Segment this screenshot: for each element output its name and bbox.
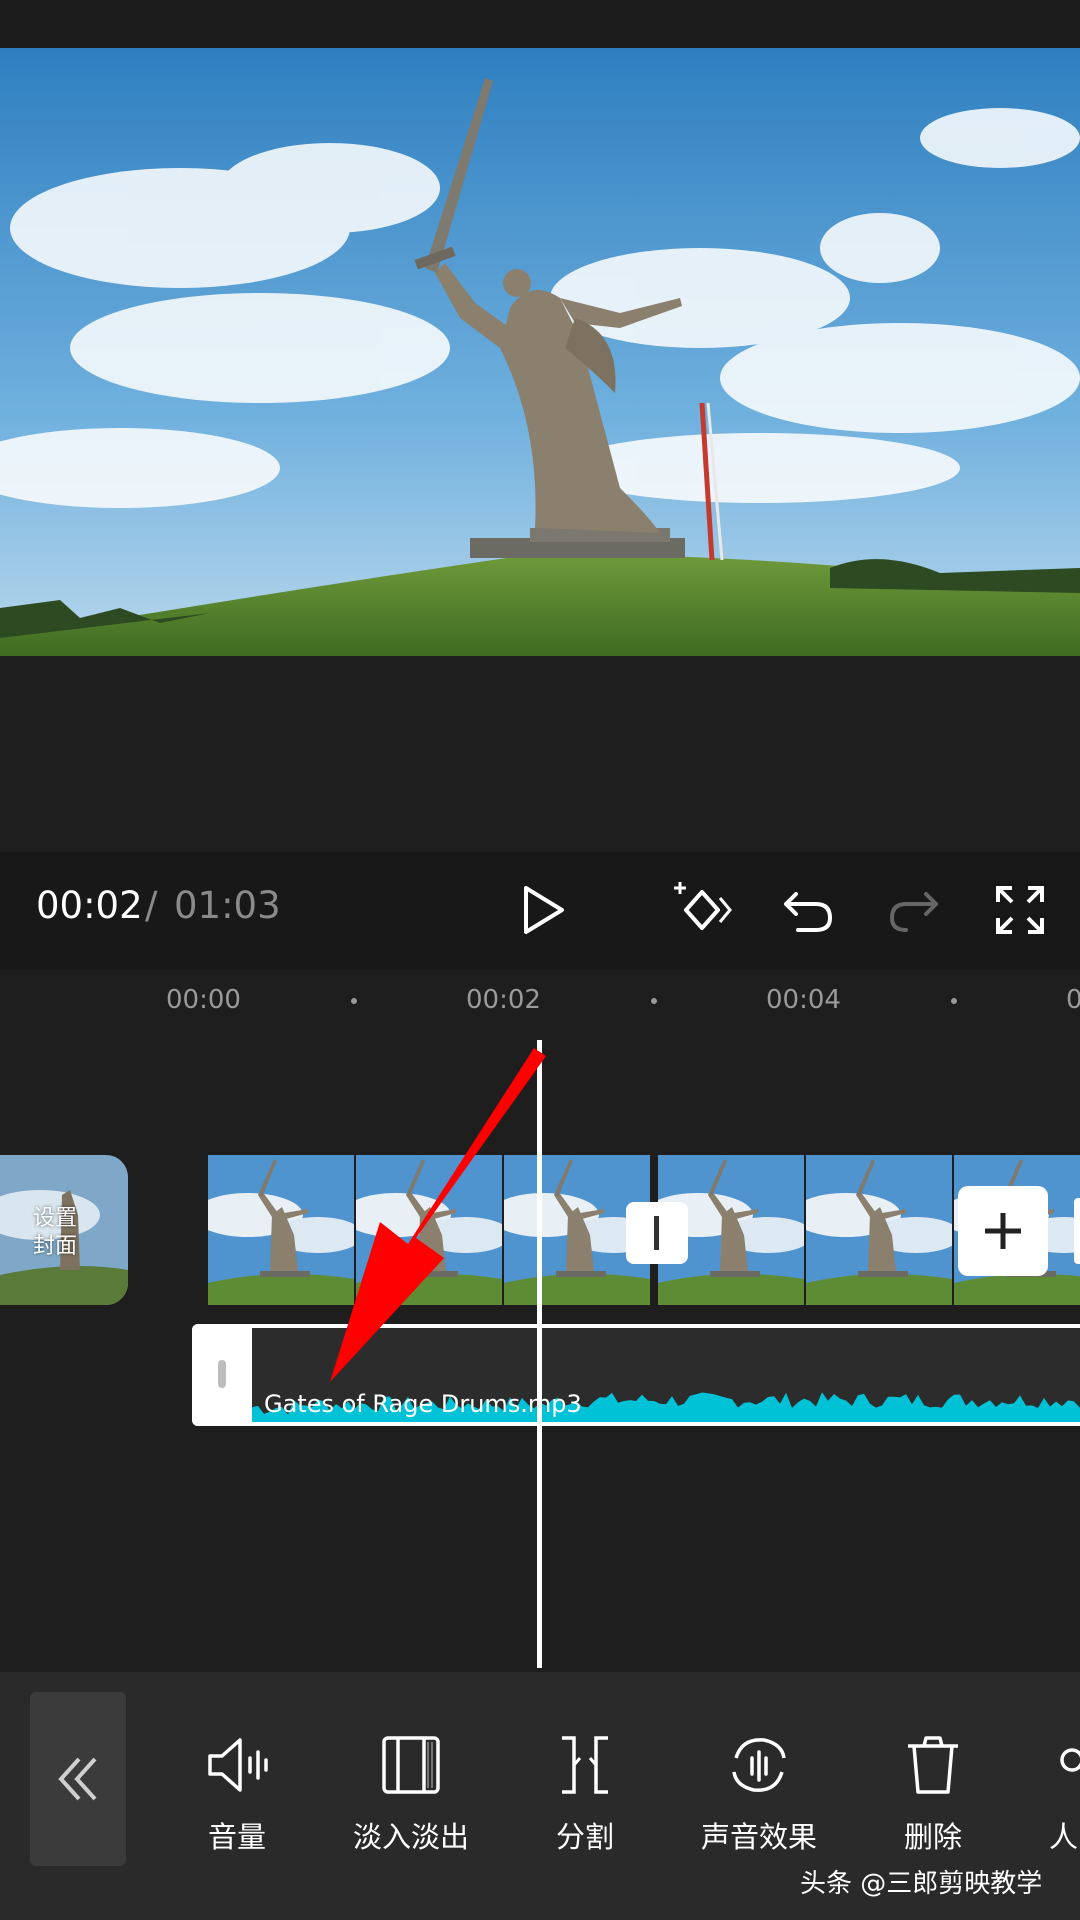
play-icon[interactable] [512,880,572,940]
audio-trim-handle-left[interactable] [192,1324,252,1426]
total-time: 01:03 [174,884,281,927]
playhead[interactable] [537,1040,542,1668]
keyframe-icon[interactable] [672,880,732,940]
collapse-button[interactable] [30,1692,126,1866]
sound-effect-icon [732,1738,786,1792]
tool-delete[interactable]: 删除 [863,1730,1003,1856]
ruler-tick: 0 [1066,985,1080,1015]
tool-sound-effect[interactable]: 声音效果 [689,1730,829,1856]
tool-person[interactable]: 人 [1037,1730,1080,1856]
audio-clip-name: Gates of Rage Drums.mp3 [264,1390,582,1418]
split-icon [562,1736,608,1794]
fade-icon [382,1736,440,1794]
video-thumbnail[interactable] [806,1155,952,1305]
ruler-tick: 00:04 [766,985,841,1015]
current-time: 00:02 [36,884,143,927]
transition-button[interactable] [626,1202,688,1264]
ruler-dot [651,998,657,1004]
ruler-dot [951,998,957,1004]
redo-icon[interactable] [884,880,944,940]
set-cover-label: 设置 封面 [32,1206,77,1259]
video-thumbnail[interactable] [208,1155,354,1305]
tool-volume[interactable]: 音量 [167,1730,307,1856]
plus-icon [985,1213,1021,1249]
top-bar [0,0,1080,48]
tool-fade[interactable]: 淡入淡出 [341,1730,481,1856]
video-preview[interactable] [0,48,1080,656]
ruler-dot [351,998,357,1004]
fullscreen-icon[interactable] [990,880,1050,940]
preview-padding [0,656,1080,852]
person-icon [1060,1748,1080,1772]
tool-split[interactable]: 分割 [515,1730,655,1856]
volume-icon [208,1738,268,1792]
track-end-edge [1074,1198,1080,1264]
ruler-tick: 00:02 [466,985,541,1015]
undo-icon[interactable] [778,880,838,940]
time-separator: / [145,884,158,927]
trash-icon [908,1736,958,1794]
ruler-tick: 00:00 [166,985,241,1015]
video-thumbnail[interactable] [356,1155,502,1305]
add-clip-button[interactable] [958,1186,1048,1276]
watermark: 头条 @三郎剪映教学 [800,1869,1043,1899]
double-chevron-left-icon [58,1757,97,1801]
